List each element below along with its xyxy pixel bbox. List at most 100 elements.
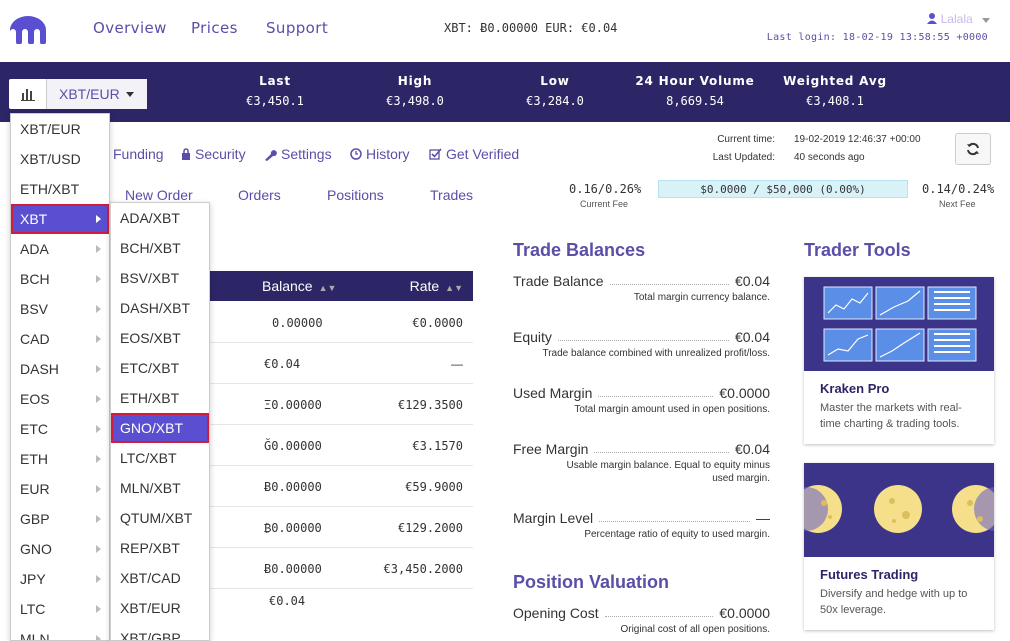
futures-trading-card[interactable]: Futures Trading Diversify and hedge with… bbox=[804, 463, 994, 630]
menu-item[interactable]: MLN bbox=[11, 624, 109, 640]
used-margin-row: Used Margin €0.0000 Total margin amount u… bbox=[513, 385, 770, 416]
menu-item-label: XBT/USD bbox=[20, 151, 81, 167]
chevron-right-icon bbox=[96, 215, 101, 223]
stat-weighted-avg: Weighted Avg €3,408.1 bbox=[775, 74, 895, 108]
column-header-rate[interactable]: Rate ▲▼ bbox=[410, 278, 463, 294]
submenu-item-gno-xbt[interactable]: GNO/XBT bbox=[111, 413, 209, 443]
menu-item[interactable]: ADA bbox=[11, 234, 109, 264]
opening-cost-row: Opening Cost €0.0000 Original cost of all… bbox=[513, 605, 770, 636]
metric-label: Trade Balance bbox=[513, 273, 604, 289]
submenu-item[interactable]: ETC/XBT bbox=[111, 353, 209, 383]
submenu-item[interactable]: QTUM/XBT bbox=[111, 503, 209, 533]
subnav-settings[interactable]: Settings bbox=[264, 146, 332, 162]
subnav-history[interactable]: History bbox=[350, 146, 410, 162]
menu-item-label: DASH/XBT bbox=[120, 300, 191, 316]
menu-item[interactable]: ETH/XBT bbox=[11, 174, 109, 204]
current-time: 19-02-2019 12:46:37 +00:00 bbox=[794, 134, 921, 145]
menu-item-label: XBT/EUR bbox=[120, 600, 181, 616]
nav-prices[interactable]: Prices bbox=[191, 19, 238, 37]
chevron-right-icon bbox=[96, 635, 101, 640]
card-description: Master the markets with real-time charti… bbox=[820, 402, 962, 430]
user-icon bbox=[927, 13, 938, 24]
card-title: Kraken Pro bbox=[820, 381, 890, 396]
menu-item[interactable]: LTC bbox=[11, 594, 109, 624]
menu-item[interactable]: XBT/EUR bbox=[11, 114, 109, 144]
submenu-item[interactable]: MLN/XBT bbox=[111, 473, 209, 503]
stat-label: Last bbox=[259, 74, 291, 88]
tab-positions[interactable]: Positions bbox=[327, 187, 384, 203]
submenu-item[interactable]: REP/XBT bbox=[111, 533, 209, 563]
menu-item[interactable]: GNO bbox=[11, 534, 109, 564]
submenu-item[interactable]: LTC/XBT bbox=[111, 443, 209, 473]
menu-item[interactable]: BCH bbox=[11, 264, 109, 294]
menu-item[interactable]: EUR bbox=[11, 474, 109, 504]
table-row: Ğ0.00000 €3.1570 bbox=[210, 425, 473, 466]
menu-item-label: JPY bbox=[20, 571, 46, 587]
stat-low: Low €3,284.0 bbox=[510, 74, 600, 108]
subnav-funding[interactable]: Funding bbox=[113, 146, 164, 162]
menu-item[interactable]: JPY bbox=[11, 564, 109, 594]
menu-item-label: ADA/XBT bbox=[120, 210, 180, 226]
submenu-item[interactable]: EOS/XBT bbox=[111, 323, 209, 353]
trade-balance-row: Trade Balance €0.04 Total margin currency… bbox=[513, 273, 770, 304]
sort-icon: ▲▼ bbox=[445, 283, 463, 293]
submenu-item[interactable]: BSV/XBT bbox=[111, 263, 209, 293]
menu-item-label: DASH bbox=[20, 361, 59, 377]
equity-row: Equity €0.04 Trade balance combined with … bbox=[513, 329, 770, 360]
futures-illustration bbox=[804, 463, 994, 557]
menu-item[interactable]: CAD bbox=[11, 324, 109, 354]
table-row: ₿0.00000 €129.2000 bbox=[210, 507, 473, 548]
kraken-logo-icon[interactable] bbox=[8, 14, 48, 44]
header-label: Rate bbox=[409, 278, 440, 294]
user-menu[interactable]: Lalala bbox=[927, 12, 990, 26]
metric-label: Used Margin bbox=[513, 385, 593, 401]
submenu-item[interactable]: DASH/XBT bbox=[111, 293, 209, 323]
refresh-button[interactable] bbox=[955, 133, 991, 165]
chevron-right-icon bbox=[96, 575, 101, 583]
kraken-pro-card[interactable]: Kraken Pro Master the markets with real-… bbox=[804, 277, 994, 444]
menu-item-label: MLN/XBT bbox=[120, 480, 181, 496]
subnav-get-verified[interactable]: Get Verified bbox=[429, 146, 519, 162]
menu-item-label: EOS bbox=[20, 391, 50, 407]
column-header-balance[interactable]: Balance ▲▼ bbox=[262, 278, 336, 294]
stat-high: High €3,498.0 bbox=[370, 74, 460, 108]
metric-description: Percentage ratio of equity to used margi… bbox=[584, 529, 770, 540]
balance-cell: Ξ0.00000 bbox=[264, 398, 322, 412]
menu-item[interactable]: DASH bbox=[11, 354, 109, 384]
pair-selector-button[interactable]: XBT/EUR bbox=[9, 79, 147, 109]
menu-item-label: GNO/XBT bbox=[120, 420, 184, 436]
nav-support[interactable]: Support bbox=[266, 19, 328, 37]
metric-value: €0.04 bbox=[734, 273, 770, 289]
submenu-item[interactable]: BCH/XBT bbox=[111, 233, 209, 263]
submenu-item[interactable]: ADA/XBT bbox=[111, 203, 209, 233]
menu-item[interactable]: ETC bbox=[11, 414, 109, 444]
ticker-bar: XBT/EUR Last €3,450.1 High €3,498.0 Low … bbox=[0, 62, 1010, 122]
xbt-submenu: ADA/XBT BCH/XBT BSV/XBT DASH/XBT EOS/XBT… bbox=[110, 202, 210, 641]
menu-item-xbt[interactable]: XBT bbox=[11, 204, 109, 234]
last-login: Last login: 18-02-19 13:58:55 +0000 bbox=[766, 32, 988, 43]
menu-item[interactable]: ETH bbox=[11, 444, 109, 474]
stat-label: Weighted Avg bbox=[783, 74, 887, 88]
subnav-security[interactable]: Security bbox=[181, 146, 246, 162]
menu-item-label: BCH bbox=[20, 271, 50, 287]
submenu-item[interactable]: ETH/XBT bbox=[111, 383, 209, 413]
menu-item-label: ETH/XBT bbox=[20, 181, 80, 197]
rate-cell: — bbox=[451, 357, 463, 371]
account-balances: XBT: Ƀ0.00000 EUR: €0.04 bbox=[444, 21, 618, 35]
submenu-item[interactable]: XBT/EUR bbox=[111, 593, 209, 623]
menu-item[interactable]: EOS bbox=[11, 384, 109, 414]
chevron-right-icon bbox=[96, 425, 101, 433]
menu-item[interactable]: GBP bbox=[11, 504, 109, 534]
card-description: Diversify and hedge with up to 50x lever… bbox=[820, 588, 968, 616]
chevron-right-icon bbox=[96, 515, 101, 523]
stat-label: 24 Hour Volume bbox=[635, 74, 755, 88]
submenu-item[interactable]: XBT/CAD bbox=[111, 563, 209, 593]
tab-trades[interactable]: Trades bbox=[430, 187, 473, 203]
submenu-item[interactable]: XBT/GBP bbox=[111, 623, 209, 640]
tab-new-order[interactable]: New Order bbox=[125, 187, 193, 203]
tab-orders[interactable]: Orders bbox=[238, 187, 281, 203]
menu-item[interactable]: BSV bbox=[11, 294, 109, 324]
rate-cell: €3.1570 bbox=[412, 439, 463, 453]
nav-overview[interactable]: Overview bbox=[93, 19, 167, 37]
menu-item[interactable]: XBT/USD bbox=[11, 144, 109, 174]
